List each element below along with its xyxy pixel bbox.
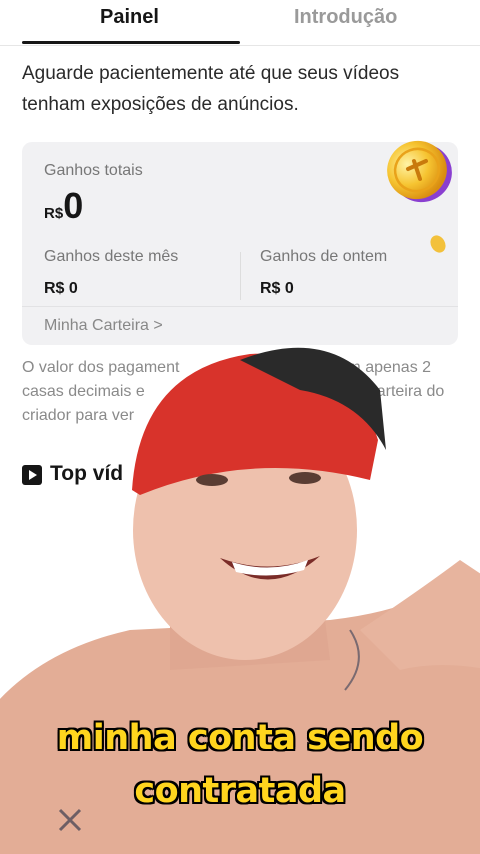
video-caption: minha conta sendo contratada [0,712,480,818]
yesterday-earnings-label: Ganhos de ontem [260,248,388,265]
left-eye [196,474,228,486]
month-earnings-label: Ganhos deste mês [44,248,179,265]
coin-icon [387,140,452,203]
right-eye [289,472,321,484]
tab-bar: Painel Introdução [0,0,480,46]
currency-symbol: R$ [44,205,64,222]
total-earnings-label: Ganhos totais [44,162,143,179]
total-earnings-amount: 0 [63,185,84,226]
small-coin-icon [430,235,446,253]
tab-introducao[interactable]: Introdução [294,6,397,29]
caption-line1: minha conta sendo [56,718,424,758]
tab-painel[interactable]: Painel [100,6,159,29]
tab-divider [0,45,480,46]
caption-line2: contratada [134,771,346,811]
month-earnings-value: R$ 0 [44,280,78,297]
active-tab-indicator [22,41,240,44]
stats-divider [240,252,241,300]
total-earnings-value: R$0 [44,186,83,226]
intro-message: Aguarde pacientemente até que seus vídeo… [22,63,400,115]
yesterday-earnings-value: R$ 0 [260,280,294,297]
